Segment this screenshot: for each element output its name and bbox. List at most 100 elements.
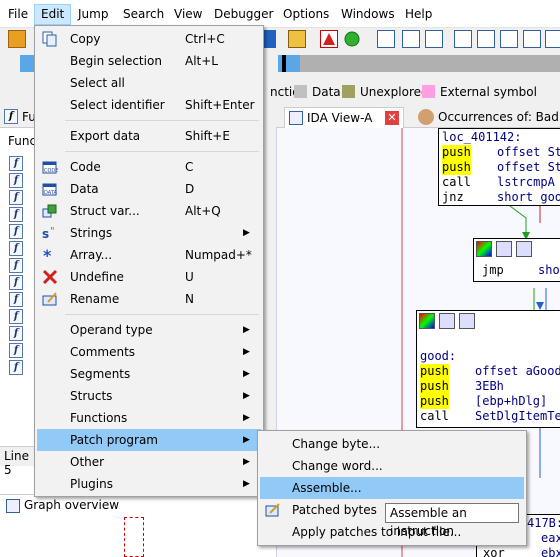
menu-edit[interactable]: Edit [34,4,72,25]
print-icon[interactable] [523,30,541,48]
menu-windows[interactable]: Windows [335,4,401,25]
operand: offset St [497,160,560,174]
code-block-3[interactable]: good: push offset aGood push 3EBh push [… [416,310,560,428]
svg-text:": " [50,226,55,237]
operand: offset St [497,145,560,159]
menu-item-structs[interactable]: Structs ▶ [37,385,261,407]
node-color-icon[interactable] [419,313,435,329]
run-icon[interactable] [343,30,361,48]
graph-view-icon[interactable] [425,30,443,48]
submenu-arrow-icon: ▶ [243,479,250,489]
strings-icon: s " [42,225,58,241]
menu-item-undefine[interactable]: Undefine U [37,266,261,288]
tooltip: Assemble an instruction [385,503,519,538]
menu-item-plugins[interactable]: Plugins ▶ [37,473,261,495]
menu-item-array[interactable]: * Array... Numpad+* [37,244,261,266]
function-icon[interactable]: f [9,292,23,307]
node-color-icon[interactable] [476,241,492,257]
menu-item-segments[interactable]: Segments ▶ [37,363,261,385]
code-block-2[interactable]: jmp shor [473,238,560,282]
menu-view[interactable]: View [168,4,208,25]
submenu-arrow-icon: ▶ [243,391,250,401]
node-group-icon[interactable] [516,241,532,257]
menu-options[interactable]: Options [277,4,335,25]
menu-item-begin-selection[interactable]: Begin selection Alt+L [37,50,261,72]
function-icon[interactable]: f [9,309,23,324]
function-icon[interactable]: f [9,326,23,341]
operand: [ebp+hDlg] [475,394,548,408]
more-icon[interactable] [545,30,560,48]
submenu-arrow-icon: ▶ [243,325,250,335]
menu-item-select-all[interactable]: Select all [37,72,261,94]
menu-item-select-identifier[interactable]: Select identifier Shift+Enter [37,94,261,116]
menu-separator [65,120,259,121]
open-icon[interactable] [8,30,26,48]
menu-debugger[interactable]: Debugger [208,4,279,25]
menu-item-operand-type[interactable]: Operand type ▶ [37,319,261,341]
menu-item-comments[interactable]: Comments ▶ [37,341,261,363]
svg-text:*: * [43,247,52,263]
menu-item-copy[interactable]: Copy Ctrl+C [37,28,261,50]
tree-icon[interactable] [500,30,518,48]
function-icon[interactable]: f [9,173,23,188]
menu-file[interactable]: File [2,4,34,25]
menu-help[interactable]: Help [399,4,438,25]
operand: ebx [541,546,560,557]
mnemonic: call [442,175,471,189]
breakpoint-icon[interactable] [320,30,338,48]
submenu-arrow-icon: ▶ [243,457,250,467]
function-icon[interactable]: f [9,275,23,290]
function-icon[interactable]: f [9,156,23,171]
menu-search[interactable]: Search [117,4,170,25]
close-icon[interactable]: ✕ [385,111,399,125]
menu-item-code[interactable]: CODE Code C [37,156,261,178]
menu-item-struct-var[interactable]: Struct var... Alt+Q [37,200,261,222]
menu-item-strings[interactable]: s " Strings ▶ [37,222,261,244]
block-label: good: [420,349,457,363]
submenu-arrow-icon: ▶ [243,228,250,238]
functions-header: Func [8,134,37,148]
list-view-icon[interactable] [377,30,395,48]
block-label: 417B: [527,516,560,530]
mnemonic: push [420,379,449,394]
menu-item-data[interactable]: DATA Data D [37,178,261,200]
menu-jump[interactable]: Jump [72,4,114,25]
patched-bytes-icon [265,502,281,518]
submenu-item-assemble[interactable]: Assemble... [260,477,524,499]
operand: shor [538,263,560,277]
svg-text:CODE: CODE [44,168,58,174]
rename-icon [42,291,58,307]
function-icon[interactable]: f [9,258,23,273]
struct-icon [42,203,58,219]
mnemonic: push [442,145,471,160]
code-block-1[interactable]: loc_401142: push offset St push offset S… [438,128,560,206]
zoom-icon[interactable] [454,30,472,48]
debug-tool-icon[interactable] [288,30,306,48]
menu-item-patch-program[interactable]: Patch program ▶ [37,429,261,451]
function-icon[interactable]: f [9,207,23,222]
menu-item-other[interactable]: Other ▶ [37,451,261,473]
function-icon[interactable]: f [9,190,23,205]
node-rename-icon[interactable] [439,313,455,329]
function-icon[interactable]: f [9,343,23,358]
graph-overview-thumbnail[interactable] [124,517,144,557]
submenu-item-change-byte[interactable]: Change byte... [260,433,524,455]
function-icon[interactable]: f [9,360,23,375]
tab-ida-view[interactable]: IDA View-A ✕ [284,107,404,128]
submenu-arrow-icon: ▶ [243,347,250,357]
graph-overview-title: Graph overview [24,498,120,512]
flowchart-icon[interactable] [477,30,495,48]
copy-icon [42,31,58,47]
tab-occurrences[interactable]: Occurrences of: Bad boy [416,107,560,144]
menu-item-export-data[interactable]: Export data Shift+E [37,125,261,147]
data-icon: DATA [42,181,58,197]
text-view-icon[interactable] [402,30,420,48]
legend-swatch-external [422,85,435,98]
menu-item-functions[interactable]: Functions ▶ [37,407,261,429]
function-icon[interactable]: f [9,224,23,239]
function-icon[interactable]: f [9,241,23,256]
menu-item-rename[interactable]: Rename N [37,288,261,310]
node-group-icon[interactable] [459,313,475,329]
submenu-item-change-word[interactable]: Change word... [260,455,524,477]
node-rename-icon[interactable] [496,241,512,257]
